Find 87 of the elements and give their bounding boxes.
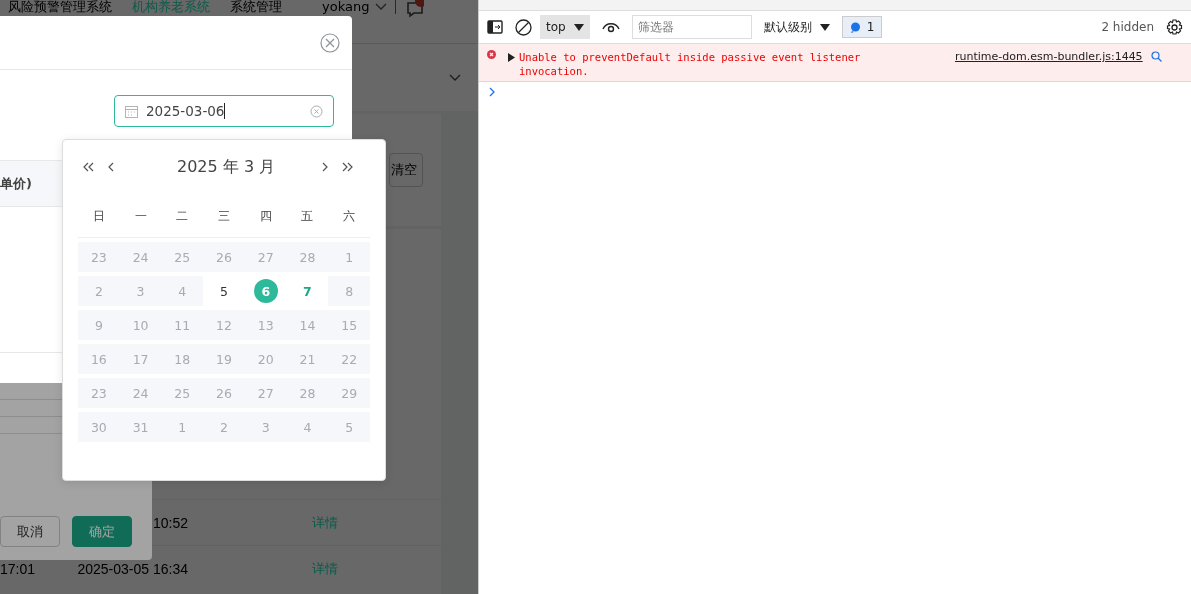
calendar-day: 9 [86,313,111,337]
calendar-day: 1 [337,245,362,269]
calendar-day[interactable]: 7 [295,279,320,303]
user-menu[interactable]: yokang [322,0,370,14]
previous-year-icon[interactable] [83,162,95,172]
table-cell-text: 2025-03-05 16:34 [76,560,188,577]
calendar-day[interactable]: 5 [212,279,236,303]
weekday-label: 五 [300,208,315,225]
calendar-day: 24 [128,245,153,269]
calendar-day: 14 [295,313,320,337]
date-field[interactable]: 2025-03-06 [114,95,334,127]
settings-icon[interactable] [1166,18,1183,36]
next-year-icon[interactable] [341,162,353,172]
clear-button[interactable]: 清空 [389,153,423,187]
calendar-day: 17 [128,347,153,371]
filter-field[interactable]: 筛选器 [631,15,752,39]
close-icon[interactable] [320,32,340,53]
calendar-day: 11 [170,313,195,337]
calendar-day: 3 [128,279,153,303]
weekday-label: 日 [91,208,106,225]
previous-month-icon[interactable] [107,162,115,172]
calendar-day: 28 [295,381,320,405]
next-month-icon[interactable] [321,162,329,172]
sidebar-toggle-icon[interactable] [487,20,503,34]
weekday-label: 一 [133,208,148,225]
nav-item[interactable]: 风险预警管理系统 [8,0,112,14]
calendar-day: 24 [128,381,153,405]
eye-icon[interactable] [601,21,620,33]
message-count-button[interactable]: 1 [841,16,883,38]
calendar-day: 26 [212,381,236,405]
source-link[interactable]: runtime-dom.esm-bundler.js:1445 [955,50,1143,63]
search-icon[interactable] [1150,51,1162,62]
calendar-day: 8 [337,279,362,303]
calendar-day: 3 [253,415,278,439]
calendar-day: 12 [212,313,236,337]
confirm-button[interactable]: 确定 [72,516,132,547]
clear-console-icon[interactable] [515,18,532,36]
calendar-day: 28 [295,245,320,269]
calendar-day: 31 [128,415,153,439]
weekday-label: 二 [175,208,190,225]
message-icon [849,21,861,33]
prompt-icon[interactable] [489,87,495,97]
calendar-day: 5 [337,415,362,439]
column-header: 单价) [0,174,32,193]
calendar-day: 30 [86,415,111,439]
calendar-day: 26 [212,245,236,269]
calendar-day: 27 [253,245,278,269]
calendar-day: 2 [212,415,236,439]
calendar-day: 1 [170,415,195,439]
log-level-dropdown[interactable]: 默认级别 [763,18,830,36]
calendar-day: 25 [170,245,195,269]
cancel-button[interactable]: 取消 [0,516,60,547]
dropdown-triangle-icon [819,23,830,31]
nav-item[interactable]: 系统管理 [230,0,282,14]
calendar-day: 10 [128,313,153,337]
context-dropdown[interactable]: top [540,15,590,39]
calendar-day: 27 [253,381,278,405]
error-icon [487,50,496,59]
calendar-day: 4 [170,279,195,303]
calendar-day: 13 [253,313,278,337]
month-title: 2025 年 3 月 [177,156,276,178]
weekday-label: 六 [342,208,357,225]
console-message: Unable to preventDefault inside passive event listener invocation. [519,50,862,78]
calendar-day: 20 [253,347,278,371]
calendar-icon [125,104,138,118]
table-cell-text: 10:52 [151,514,188,531]
chevron-down-icon[interactable] [449,73,461,82]
calendar-day: 16 [86,347,111,371]
weekday-label: 四 [258,208,273,225]
calendar-day: 21 [295,347,320,371]
calendar-day: 15 [337,313,362,337]
weekday-label: 三 [217,208,231,225]
calendar-day: 19 [212,347,236,371]
calendar-day: 22 [337,347,362,371]
calendar-day: 4 [295,415,320,439]
chevron-down-icon [375,3,388,11]
calendar-day: 2 [86,279,111,303]
calendar-day: 18 [170,347,195,371]
calendar-day[interactable]: 6 [253,279,278,303]
calendar-day: 29 [337,381,362,405]
expand-icon[interactable] [508,53,515,62]
calendar-day: 23 [86,381,111,405]
table-cell-text: 17:01 [0,560,37,577]
dropdown-triangle-icon [573,23,584,31]
calendar-day: 25 [170,381,195,405]
hidden-count: 2 hidden [1101,20,1154,34]
calendar-day: 23 [86,245,111,269]
